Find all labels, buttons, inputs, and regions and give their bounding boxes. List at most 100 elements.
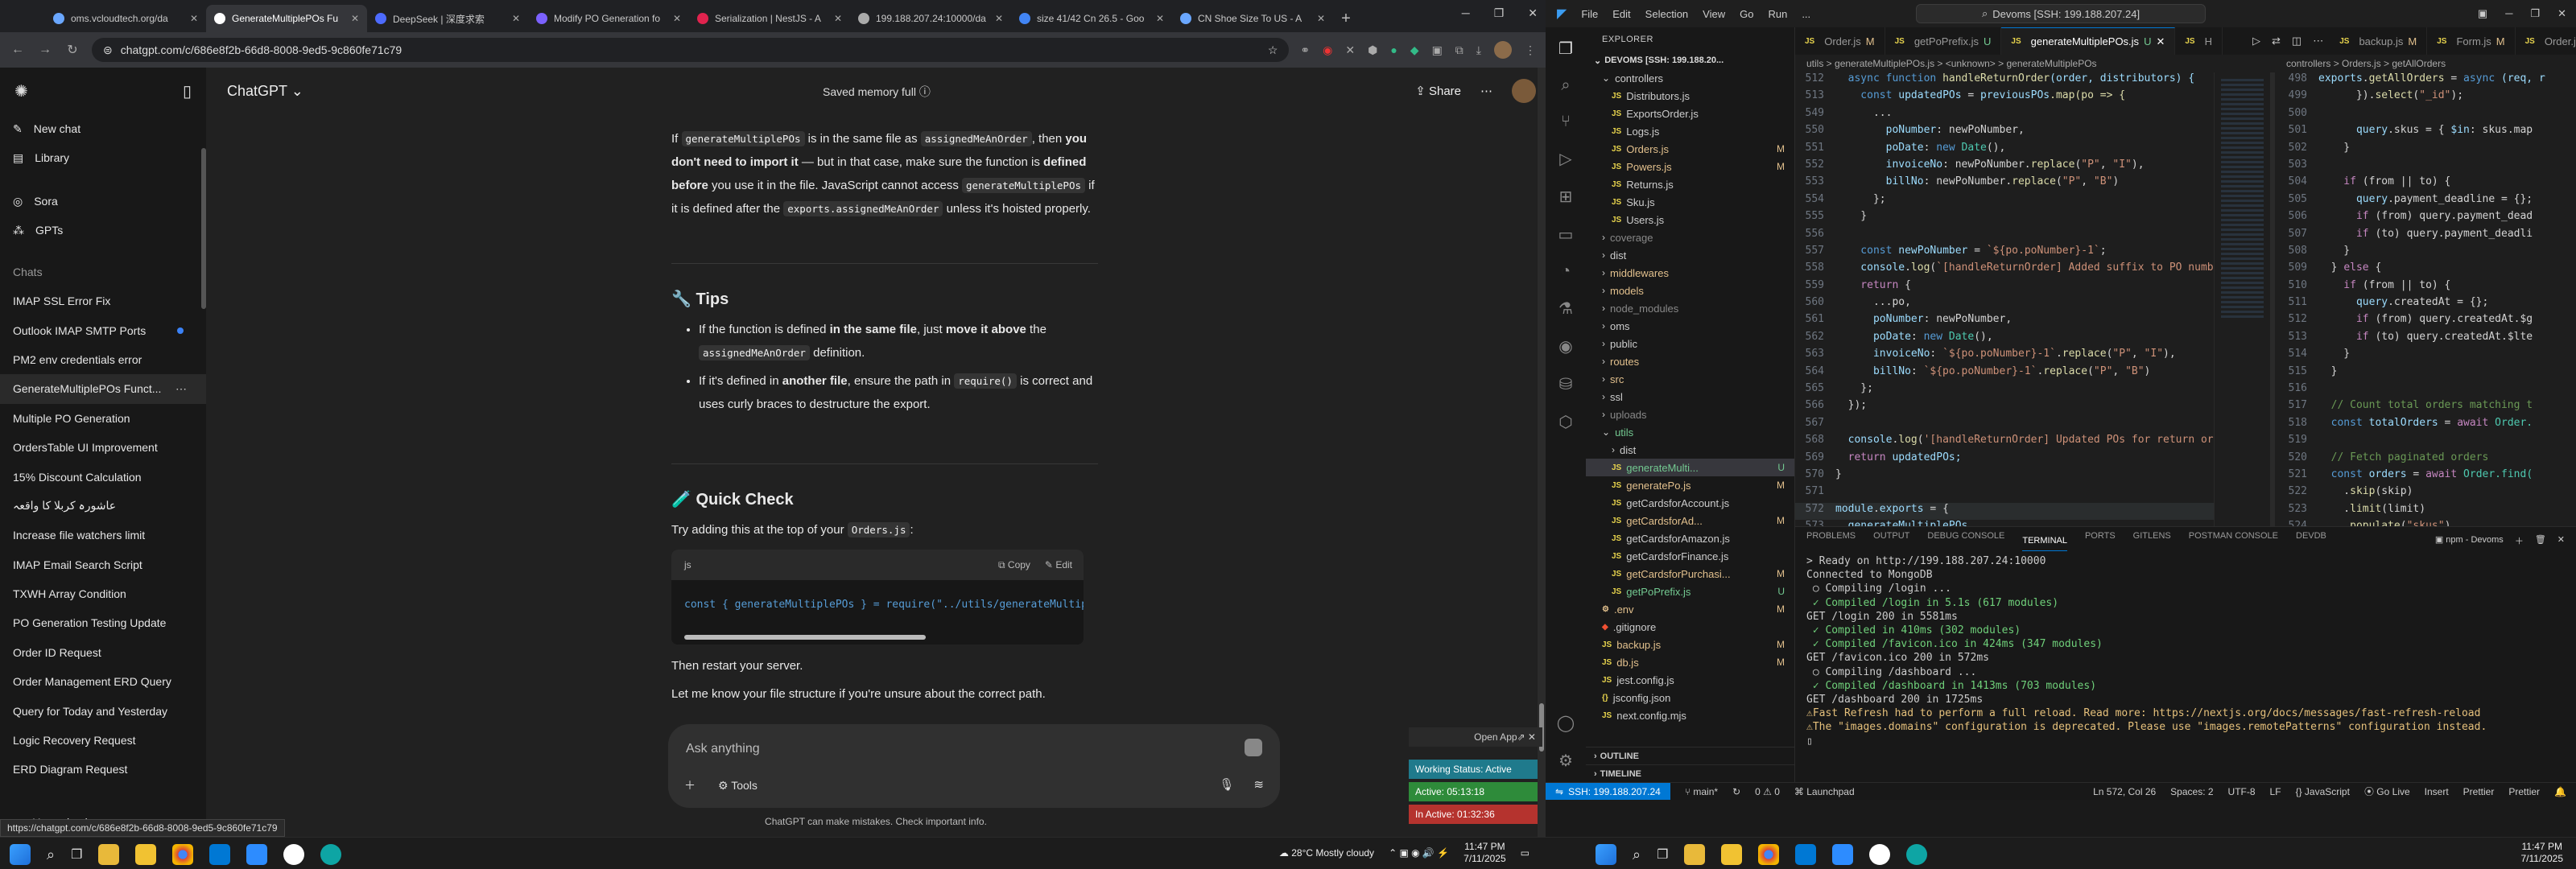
chat-list-item[interactable]: Multiple PO Generation [0, 404, 206, 433]
terminal-output[interactable]: > Ready on http://199.188.207.24:10000 Co… [1795, 554, 2576, 748]
file-explorer-icon[interactable] [98, 844, 120, 865]
chat-list-item[interactable]: ERD Diagram Request [0, 755, 206, 784]
menu-item[interactable]: View [1703, 8, 1725, 20]
menu-item[interactable]: File [1581, 8, 1598, 20]
panel-tab-devdb[interactable]: DEVDB [2296, 531, 2326, 551]
editor-tab[interactable]: JS generateMultiplePOs.js U ✕ [2001, 27, 2176, 55]
new-tab-button[interactable]: + [1333, 5, 1359, 32]
close-icon[interactable]: ✕ [1528, 6, 1538, 20]
file-tree-item[interactable]: › dist [1586, 441, 1794, 459]
clock[interactable]: 11:47 PM 7/11/2025 [2521, 841, 2564, 865]
chat-list-item[interactable]: Query for Today and Yesterday [0, 696, 206, 725]
postman-icon[interactable]: ◉ [1558, 336, 1572, 356]
search-icon[interactable]: ⌕ [1561, 76, 1570, 95]
chat-list-item[interactable]: Increase file watchers limit [0, 521, 206, 550]
close-tab-icon[interactable]: ✕ [995, 13, 1003, 24]
notification-icon[interactable]: ▭ [1521, 847, 1530, 859]
file-tree-item[interactable]: ⚙ .env M [1586, 600, 1794, 618]
file-tree-item[interactable]: JS Logs.js [1586, 122, 1794, 140]
browser-tab[interactable]: Modify PO Generation fo ✕ [528, 5, 689, 32]
search-icon[interactable]: ⌕ [47, 846, 55, 863]
panel-tab-output[interactable]: OUTPUT [1873, 531, 1909, 551]
zoom-icon[interactable] [246, 844, 268, 865]
task-view-icon[interactable]: ❐ [71, 846, 82, 863]
breadcrumb-left[interactable]: utils > generateMultiplePOs.js > <unknow… [1806, 58, 2249, 69]
file-tree-item[interactable]: › models [1586, 282, 1794, 299]
browser-tab[interactable]: GenerateMultiplePOs Fu ✕ [206, 5, 367, 32]
browser-tab[interactable]: CN Shoe Size To US - A ✕ [1172, 5, 1333, 32]
file-tree-item[interactable]: JS getCardsforPurchasi... M [1586, 565, 1794, 583]
app-icon[interactable] [1906, 844, 1928, 865]
editor-tab[interactable]: JS getPoPrefix.js U [1885, 27, 2002, 55]
terminal-name[interactable]: ▣ npm - Devoms [2435, 534, 2504, 547]
microphone-icon[interactable]: 🎙 [1219, 777, 1234, 792]
voice-mode-icon[interactable]: ≋ [1253, 777, 1264, 792]
file-explorer-icon[interactable] [1684, 844, 1706, 865]
branch-indicator[interactable]: ⑂ main* [1685, 786, 1718, 797]
breadcrumb-right[interactable]: controllers > Orders.js > getAllOrders [2286, 58, 2446, 69]
gitlens-icon[interactable]: ◔ [1561, 262, 1571, 281]
file-tree-item[interactable]: JS Sku.js [1586, 193, 1794, 211]
menu-item[interactable]: Run [1768, 8, 1787, 20]
vscode-icon[interactable] [1795, 844, 1817, 865]
minimize-icon[interactable]: ─ [2505, 7, 2512, 20]
menu-item[interactable]: Go [1740, 8, 1753, 20]
panel-tab-problems[interactable]: PROBLEMS [1806, 531, 1856, 551]
account-icon[interactable]: ◯ [1557, 713, 1575, 733]
database-icon[interactable]: ⛁ [1559, 374, 1573, 394]
panel-tab-terminal[interactable]: TERMINAL [2022, 531, 2067, 551]
cursor-position[interactable]: Ln 572, Col 26 [2093, 786, 2156, 797]
sidebar-item-gpts[interactable]: ⁂ GPTs [0, 216, 206, 245]
back-icon[interactable]: ← [10, 43, 26, 57]
extension-icon[interactable]: ✕ [1345, 43, 1355, 57]
sidebar-item-new-chat[interactable]: ✎ New chat [0, 114, 206, 143]
chat-list-item[interactable]: 15% Discount Calculation [0, 462, 206, 491]
menu-item[interactable]: Edit [1612, 8, 1630, 20]
file-tree-item[interactable]: › node_modules [1586, 299, 1794, 317]
file-tree-item[interactable]: JS jest.config.js [1586, 671, 1794, 689]
file-tree-item[interactable]: › middlewares [1586, 264, 1794, 282]
sync-icon[interactable]: ↻ [1732, 786, 1740, 797]
search-icon[interactable]: ⌕ [1633, 846, 1641, 863]
file-tree-item[interactable]: › public [1586, 335, 1794, 352]
file-tree-item[interactable]: › src [1586, 370, 1794, 388]
more-options-icon[interactable]: ⋯ [1480, 84, 1492, 98]
openai-logo-icon[interactable]: ✺ [14, 81, 28, 101]
prompt-input[interactable]: Ask anything [686, 742, 760, 756]
close-tab-icon[interactable]: ✕ [1317, 13, 1325, 24]
file-tree-item[interactable]: JS generateMulti... U [1586, 459, 1794, 476]
chat-list-item[interactable]: GenerateMultiplePOs Funct... ⋯ [0, 374, 206, 404]
main-scrollbar[interactable] [1538, 68, 1546, 837]
close-tab-icon[interactable]: ✕ [351, 13, 359, 24]
editor-tab[interactable]: JS backup.js M [2330, 27, 2428, 55]
code-editor-right[interactable]: 498 exports. getAllOrders = async (req, r4… [2278, 72, 2576, 526]
extension-icon[interactable]: ◆ [1410, 43, 1419, 57]
bookmark-icon[interactable]: ☆ [1268, 43, 1278, 57]
chat-list-item[interactable]: Order ID Request [0, 638, 206, 667]
close-tab-icon[interactable]: ✕ [673, 13, 681, 24]
file-tree-item[interactable]: JS getPoPrefix.js U [1586, 583, 1794, 600]
sidebar-item-sora[interactable]: ◎ Sora [0, 187, 206, 216]
edit-button[interactable]: ✎ Edit [1045, 554, 1072, 577]
open-app-button[interactable]: Open App ⇗ ✕ [1409, 727, 1542, 747]
maximize-icon[interactable]: ❐ [2530, 7, 2540, 20]
workspace-root[interactable]: ⌄ DEVOMS [SSH: 199.188.20... [1586, 51, 1794, 69]
editor-tab[interactable]: JSOrder.jsM [2516, 27, 2576, 55]
browser-tab[interactable]: Serialization | NestJS - A ✕ [689, 5, 850, 32]
add-terminal-icon[interactable]: ＋ [2515, 534, 2524, 547]
file-tree-item[interactable]: › coverage [1586, 229, 1794, 246]
avatar[interactable] [1512, 79, 1536, 103]
zoom-icon[interactable] [1832, 844, 1854, 865]
chrome-icon[interactable] [1758, 844, 1780, 865]
more-actions-icon[interactable]: ⋯ [2313, 35, 2323, 47]
chat-list-item[interactable]: Order Management ERD Query [0, 667, 206, 696]
file-tree-item[interactable]: › dist [1586, 246, 1794, 264]
panel-tab-gitlens[interactable]: GITLENS [2133, 531, 2171, 551]
file-tree-item[interactable]: {} jsconfig.json [1586, 689, 1794, 706]
file-tree-item[interactable]: JS backup.js M [1586, 636, 1794, 653]
source-control-icon[interactable]: ⑂ [1561, 113, 1571, 131]
run-debug-icon[interactable]: ▷ [1559, 149, 1571, 169]
chat-list-item[interactable]: Outlook IMAP SMTP Ports [0, 315, 206, 344]
outline-section[interactable]: › OUTLINE [1586, 747, 1794, 764]
go-live-button[interactable]: ⦿ Go Live [2364, 785, 2410, 798]
